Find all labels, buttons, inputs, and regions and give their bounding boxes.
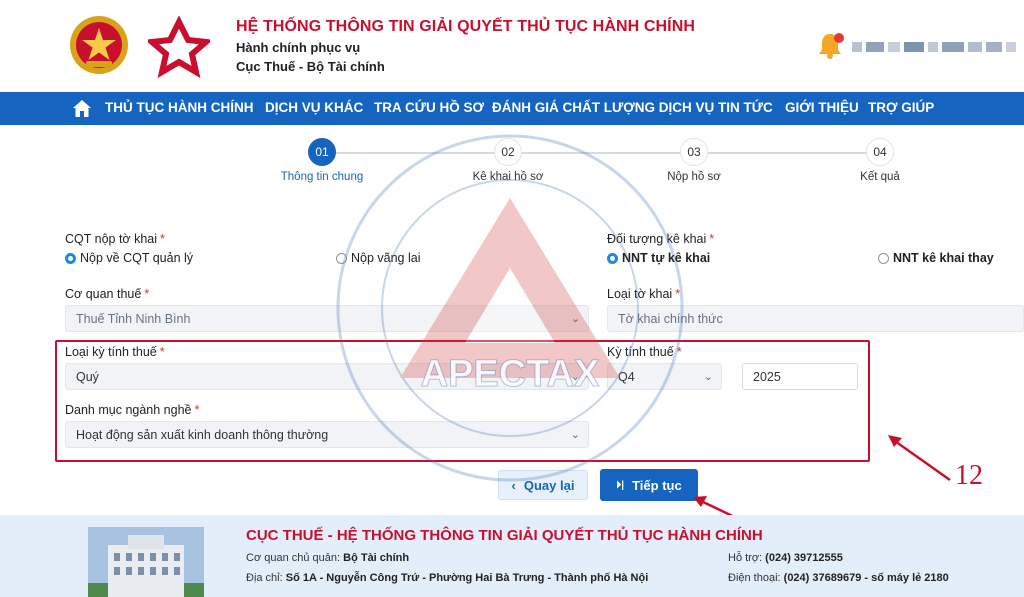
- radio-unchecked-icon: [878, 252, 889, 264]
- tax-office-select[interactable]: Thuế Tỉnh Ninh Bình ⌄: [65, 305, 589, 332]
- footer-agency: Cơ quan chủ quản: Bộ Tài chính: [246, 552, 410, 564]
- step-4-circle: 04: [866, 138, 894, 166]
- national-emblem-icon: [70, 16, 128, 74]
- footer-phone: Điện thoại: (024) 37689679 - số máy lẻ 2…: [728, 572, 949, 584]
- ministry-building-image: [88, 527, 204, 597]
- stepper-connector: [522, 152, 680, 154]
- back-button[interactable]: ‹ Quay lại: [498, 470, 588, 500]
- chevron-down-icon: ⌄: [570, 313, 580, 325]
- notification-bell-icon[interactable]: [816, 30, 844, 60]
- stepper-connector: [708, 152, 866, 154]
- step-3-label: Nộp hồ sơ: [667, 171, 721, 183]
- user-account-redacted[interactable]: [852, 40, 1020, 54]
- site-header: HỆ THỐNG THÔNG TIN GIẢI QUYẾT THỦ TỤC HÀ…: [0, 0, 1024, 92]
- annotation-number-12: 12: [955, 460, 983, 491]
- continue-button[interactable]: ⏵| Tiếp tục: [600, 469, 698, 501]
- main-navigation: THỦ TỤC HÀNH CHÍNH DỊCH VỤ KHÁC TRA CỨU …: [0, 92, 1024, 125]
- footer-address: Địa chỉ: Số 1A - Nguyễn Công Trứ - Phườn…: [246, 572, 649, 584]
- stepper-connector: [336, 152, 494, 154]
- system-title: HỆ THỐNG THÔNG TIN GIẢI QUYẾT THỦ TỤC HÀ…: [236, 18, 696, 35]
- chevron-left-icon: ‹: [511, 477, 516, 493]
- nav-item-lookup[interactable]: TRA CỨU HỒ SƠ: [374, 100, 484, 115]
- nav-item-help[interactable]: TRỢ GIÚP: [868, 100, 934, 115]
- radio-cqt-visiting[interactable]: Nộp vãng lai: [336, 251, 421, 265]
- radio-unchecked-icon: [336, 252, 347, 264]
- form-type-select[interactable]: Tờ khai chính thức: [607, 305, 1024, 332]
- home-icon[interactable]: [72, 99, 92, 118]
- nav-item-administrative-procedures[interactable]: THỦ TỤC HÀNH CHÍNH: [105, 100, 254, 115]
- footer-support: Hỗ trợ: (024) 39712555: [728, 552, 843, 564]
- nav-item-service-rating[interactable]: ĐÁNH GIÁ CHẤT LƯỢNG DỊCH VỤ: [492, 100, 714, 115]
- nav-item-about[interactable]: GIỚI THIỆU: [785, 100, 859, 115]
- step-4-label: Kết quả: [860, 171, 900, 183]
- annotation-arrow-12: [888, 435, 951, 482]
- subject-label: Đối tượng kê khai *: [607, 232, 715, 246]
- step-2-label: Kê khai hồ sơ: [472, 171, 544, 183]
- footer-title: CỤC THUẾ - HỆ THỐNG THÔNG TIN GIẢI QUYẾT…: [246, 527, 763, 544]
- nav-item-news[interactable]: TIN TỨC: [718, 100, 773, 115]
- radio-declare-on-behalf[interactable]: NNT kê khai thay: [878, 251, 994, 265]
- radio-cqt-managed[interactable]: Nộp về CQT quản lý: [65, 251, 193, 265]
- step-1-circle: 01: [308, 138, 336, 166]
- radio-self-declare[interactable]: NNT tự kê khai: [607, 251, 710, 265]
- step-forward-icon: ⏵|: [616, 479, 625, 491]
- radio-checked-icon: [607, 252, 618, 264]
- agency-name: Cục Thuế - Bộ Tài chính: [236, 59, 385, 74]
- tax-office-label: Cơ quan thuế *: [65, 287, 150, 301]
- annotation-highlight-box: [55, 340, 870, 462]
- nav-item-other-services[interactable]: DỊCH VỤ KHÁC: [265, 100, 363, 115]
- step-3-circle: 03: [680, 138, 708, 166]
- system-subtitle: Hành chính phục vụ: [236, 40, 361, 55]
- cqt-label: CQT nộp tờ khai *: [65, 232, 165, 246]
- step-2-circle: 02: [494, 138, 522, 166]
- step-1-label: Thông tin chung: [280, 171, 364, 183]
- form-type-label: Loại tờ khai *: [607, 287, 681, 301]
- radio-checked-icon: [65, 252, 76, 264]
- digital-government-logo-icon: [148, 16, 210, 78]
